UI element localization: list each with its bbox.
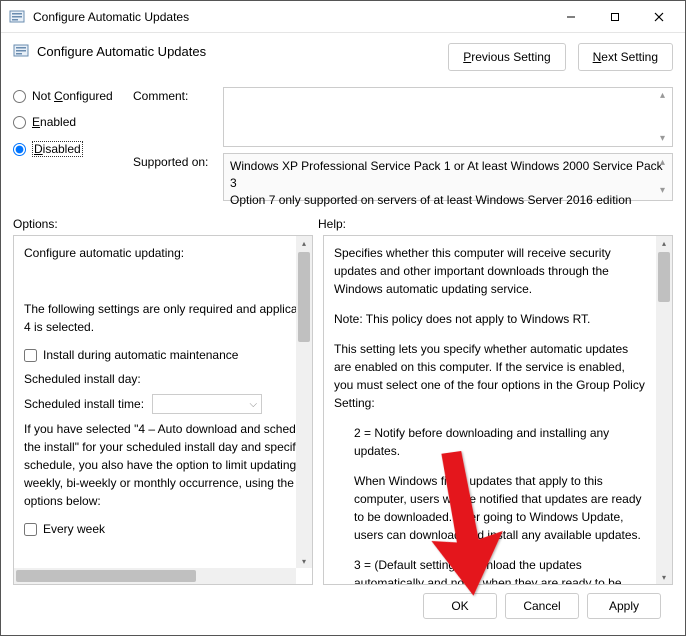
help-p5: When Windows finds updates that apply to… <box>334 472 646 544</box>
scroll-up-icon[interactable]: ▴ <box>296 236 312 250</box>
options-label: Options: <box>13 217 318 231</box>
scroll-up-icon: ▴ <box>660 156 670 170</box>
options-hscroll-thumb[interactable] <box>16 570 196 582</box>
help-panel: Specifies whether this computer will rec… <box>323 235 673 585</box>
scroll-down-icon: ▾ <box>660 133 670 144</box>
config-row: Not Configured Enabled Disabled Comment:… <box>13 87 673 207</box>
configure-updating-label: Configure automatic updating: <box>24 244 286 262</box>
options-vscrollbar[interactable]: ▴ ▾ <box>296 236 312 568</box>
help-p3: This setting lets you specify whether au… <box>334 340 646 412</box>
every-week-row[interactable]: Every week <box>24 520 286 538</box>
options-vscroll-thumb[interactable] <box>298 252 310 342</box>
help-panel-inner: Specifies whether this computer will rec… <box>324 236 656 584</box>
apply-button[interactable]: Apply <box>587 593 661 619</box>
every-week-checkbox[interactable] <box>24 523 37 536</box>
help-p1: Specifies whether this computer will rec… <box>334 244 646 298</box>
help-vscroll-thumb[interactable] <box>658 252 670 302</box>
policy-icon <box>13 43 29 59</box>
scroll-up-icon[interactable]: ▴ <box>656 236 672 250</box>
previous-setting-button[interactable]: Previous Setting <box>448 43 565 71</box>
supported-row: Supported on: Windows XP Professional Se… <box>133 153 673 201</box>
sched-time-label: Scheduled install time: <box>24 395 144 413</box>
radio-enabled[interactable]: Enabled <box>13 115 133 129</box>
radio-enabled-input[interactable] <box>13 116 26 129</box>
supported-text: Windows XP Professional Service Pack 1 o… <box>223 153 673 201</box>
every-week-label: Every week <box>43 520 105 538</box>
comment-textarea[interactable]: ▴ ▾ <box>223 87 673 147</box>
radio-disabled-label: Disabled <box>32 141 83 157</box>
comment-label: Comment: <box>133 87 223 147</box>
install-maintenance-row[interactable]: Install during automatic maintenance <box>24 346 286 364</box>
install-maintenance-checkbox[interactable] <box>24 349 37 362</box>
scroll-down-icon: ▾ <box>660 184 670 198</box>
radio-disabled-input[interactable] <box>13 143 26 156</box>
next-setting-button[interactable]: Next Setting <box>578 43 673 71</box>
dialog-window: Configure Automatic Updates Configure Au… <box>0 0 686 636</box>
sched-time-select[interactable] <box>152 394 262 414</box>
radio-not-configured-label: Not Configured <box>32 89 113 103</box>
minimize-button[interactable] <box>549 2 593 32</box>
policy-icon <box>9 9 25 25</box>
close-button[interactable] <box>637 2 681 32</box>
scroll-down-icon[interactable]: ▾ <box>656 570 672 584</box>
install-maintenance-label: Install during automatic maintenance <box>43 346 238 364</box>
scroll-down-icon[interactable]: ▾ <box>296 554 312 568</box>
supported-label: Supported on: <box>133 153 223 201</box>
sched-day-label: Scheduled install day: <box>24 370 141 388</box>
help-vscrollbar[interactable]: ▴ ▾ <box>656 236 672 584</box>
radio-enabled-label: Enabled <box>32 115 76 129</box>
window-title: Configure Automatic Updates <box>33 10 549 24</box>
ok-button[interactable]: OK <box>423 593 497 619</box>
help-label: Help: <box>318 217 346 231</box>
help-p4: 2 = Notify before downloading and instal… <box>334 424 646 460</box>
radio-not-configured[interactable]: Not Configured <box>13 89 133 103</box>
options-panel-inner: Configure automatic updating: The follow… <box>14 236 296 568</box>
auto-text: If you have selected "4 – Auto download … <box>24 420 286 510</box>
options-hscrollbar[interactable] <box>14 568 296 584</box>
radio-column: Not Configured Enabled Disabled <box>13 87 133 169</box>
scroll-up-icon: ▴ <box>660 90 670 101</box>
following-text: The following settings are only required… <box>24 300 286 336</box>
titlebar: Configure Automatic Updates <box>1 1 685 33</box>
header-buttons: Previous Setting Next Setting <box>448 43 673 71</box>
right-column: Comment: ▴ ▾ Supported on: Windows XP Pr… <box>133 87 673 207</box>
radio-disabled[interactable]: Disabled <box>13 141 133 157</box>
options-panel: Configure automatic updating: The follow… <box>13 235 313 585</box>
cancel-button[interactable]: Cancel <box>505 593 579 619</box>
panels-header: Options: Help: <box>13 217 673 231</box>
header-title: Configure Automatic Updates <box>37 44 206 59</box>
panels: Configure automatic updating: The follow… <box>13 235 673 585</box>
help-p6: 3 = (Default setting) Download the updat… <box>334 556 646 584</box>
sched-time-row: Scheduled install time: <box>24 394 286 414</box>
help-p2: Note: This policy does not apply to Wind… <box>334 310 646 328</box>
footer: OK Cancel Apply <box>13 585 673 627</box>
comment-row: Comment: ▴ ▾ <box>133 87 673 147</box>
header-left: Configure Automatic Updates <box>13 43 206 59</box>
dialog-content: Configure Automatic Updates Previous Set… <box>1 33 685 635</box>
maximize-button[interactable] <box>593 2 637 32</box>
header-row: Configure Automatic Updates Previous Set… <box>13 43 673 71</box>
sched-day-row: Scheduled install day: <box>24 370 286 388</box>
radio-not-configured-input[interactable] <box>13 90 26 103</box>
